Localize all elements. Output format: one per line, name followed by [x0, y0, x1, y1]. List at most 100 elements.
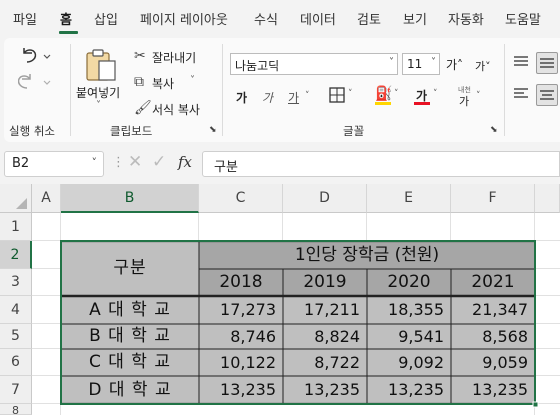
data-cell[interactable]: 9,059 — [451, 349, 535, 376]
undo-group-label: 실행 취소 — [9, 124, 55, 138]
copy-icon: ⧉ — [134, 74, 144, 90]
font-size-value: 11 — [407, 57, 423, 71]
underline-button[interactable]: 가 — [288, 89, 299, 106]
chevron-down-icon[interactable]: ˅ — [92, 156, 98, 169]
year-cell-2020[interactable]: 2020 — [367, 269, 451, 296]
data-cell[interactable]: 18,355 — [367, 296, 451, 324]
row-label-cell[interactable]: A 대 학 교 — [61, 296, 199, 324]
data-cell[interactable]: 8,568 — [451, 324, 535, 349]
font-group-label: 글꼴 — [343, 124, 365, 138]
align-left-button[interactable] — [512, 85, 532, 105]
italic-button[interactable]: 가 — [262, 89, 273, 106]
menu-page-layout[interactable]: 페이지 레이아웃 — [140, 9, 228, 28]
more-options-icon[interactable]: ⋮ — [112, 155, 125, 170]
menu-automate[interactable]: 자동화 — [448, 9, 484, 28]
year-cell-2021[interactable]: 2021 — [451, 269, 535, 296]
font-name-value: 나눔고딕 — [235, 59, 280, 73]
font-color-swatch — [414, 102, 430, 105]
align-top-icon — [514, 56, 528, 66]
underline-dropdown-icon[interactable]: ˅ — [305, 91, 310, 101]
row-label-cell[interactable]: D 대 학 교 — [61, 376, 199, 404]
align-center-button[interactable] — [536, 84, 558, 106]
year-cell-2019[interactable]: 2019 — [283, 269, 367, 296]
clipboard-group-label: 클립보드 — [110, 124, 153, 138]
align-top-button[interactable] — [512, 53, 532, 73]
align-middle-icon — [540, 58, 554, 68]
paste-dropdown-icon[interactable]: ˅ — [96, 100, 101, 111]
font-name-combo[interactable]: 나눔고딕 ˅ — [230, 53, 398, 75]
menu-formulas[interactable]: 수식 — [254, 9, 278, 28]
fill-color-swatch — [375, 102, 391, 105]
format-painter-button[interactable]: 🖌 서식 복사 — [134, 100, 214, 118]
ribbon-divider — [222, 44, 223, 136]
data-cell[interactable]: 17,211 — [283, 296, 367, 324]
paste-icon — [86, 49, 116, 81]
formula-input[interactable]: 구분 — [202, 151, 560, 177]
clipboard-launcher-icon[interactable]: ⬊ — [209, 125, 217, 135]
font-launcher-icon[interactable]: ⬊ — [490, 125, 498, 135]
data-cell[interactable]: 13,235 — [199, 376, 283, 404]
menu-file[interactable]: 파일 — [13, 9, 37, 28]
undo-button[interactable] — [18, 47, 54, 67]
data-cell[interactable]: 17,273 — [199, 296, 283, 324]
menu-bar: 파일 홈 삽입 페이지 레이아웃 수식 데이터 검토 보기 자동화 도움말 — [0, 0, 560, 36]
data-cell[interactable]: 8,722 — [283, 349, 367, 376]
table-title-cell[interactable]: 1인당 장학금 (천원) — [199, 241, 535, 269]
menu-home[interactable]: 홈 — [60, 9, 72, 28]
format-painter-icon: 🖌 — [134, 100, 152, 116]
scissors-icon: ✂ — [134, 48, 146, 64]
redo-icon — [17, 74, 51, 89]
undo-icon — [23, 48, 51, 63]
data-cell[interactable]: 9,092 — [367, 349, 451, 376]
name-box-value: B2 — [12, 156, 30, 171]
align-left-icon — [514, 88, 528, 98]
cut-label: 잘라내기 — [152, 51, 197, 65]
borders-button[interactable]: ˅ — [329, 87, 359, 105]
bold-button[interactable]: 가 — [236, 89, 247, 106]
fill-color-button[interactable]: ⛽ ˅ — [375, 86, 405, 106]
chevron-down-icon: ˅ — [389, 57, 394, 68]
chevron-down-icon: ˅ — [348, 89, 353, 99]
menu-view[interactable]: 보기 — [403, 9, 427, 28]
year-cell-2018[interactable]: 2018 — [199, 269, 283, 296]
redo-button[interactable] — [17, 73, 54, 93]
chevron-down-icon: ˅ — [476, 91, 481, 101]
chevron-down-icon: ˅ — [433, 89, 438, 99]
data-cell[interactable]: 13,235 — [283, 376, 367, 404]
phonetic-button[interactable]: 내천 가 ˅ — [458, 85, 488, 108]
active-tab-indicator — [59, 31, 78, 34]
phonetic-bottom-label: 가 — [459, 95, 470, 108]
data-cell[interactable]: 8,824 — [283, 324, 367, 349]
align-center-icon — [540, 90, 554, 100]
border-icon — [329, 87, 345, 103]
menu-help[interactable]: 도움말 — [505, 9, 541, 28]
copy-dropdown-icon[interactable]: ˅ — [190, 75, 195, 86]
name-box[interactable]: B2 ˅ — [4, 151, 104, 177]
insert-function-button[interactable]: fx — [178, 153, 192, 171]
format-painter-label: 서식 복사 — [152, 103, 200, 117]
grow-font-button[interactable]: 가˄ — [446, 56, 463, 73]
copy-button[interactable]: ⧉ 복사 ˅ — [134, 74, 214, 92]
shrink-font-button[interactable]: 가˅ — [475, 58, 491, 74]
row-label-cell[interactable]: C 대 학 교 — [61, 349, 199, 376]
row-label-cell[interactable]: B 대 학 교 — [61, 324, 199, 349]
menu-insert[interactable]: 삽입 — [94, 9, 118, 28]
copy-label: 복사 — [152, 77, 175, 91]
align-middle-button[interactable] — [536, 52, 558, 74]
cut-button[interactable]: ✂ 잘라내기 — [134, 48, 214, 66]
paste-button[interactable]: 붙여넣기 ˅ — [76, 48, 126, 111]
font-color-button[interactable]: 가 ˅ — [414, 86, 444, 106]
ribbon-divider — [504, 44, 505, 136]
data-cell[interactable]: 9,541 — [367, 324, 451, 349]
data-cell[interactable]: 13,235 — [451, 376, 535, 404]
data-cell[interactable]: 13,235 — [367, 376, 451, 404]
data-cell[interactable]: 8,746 — [199, 324, 283, 349]
font-size-combo[interactable]: 11 ˅ — [402, 53, 440, 75]
header-cell-category[interactable]: 구분 — [61, 241, 199, 296]
menu-review[interactable]: 검토 — [357, 9, 381, 28]
data-cell[interactable]: 21,347 — [451, 296, 535, 324]
cancel-icon[interactable]: ✕ — [128, 152, 142, 172]
menu-data[interactable]: 데이터 — [300, 9, 336, 28]
enter-icon[interactable]: ✓ — [152, 152, 166, 172]
data-cell[interactable]: 10,122 — [199, 349, 283, 376]
